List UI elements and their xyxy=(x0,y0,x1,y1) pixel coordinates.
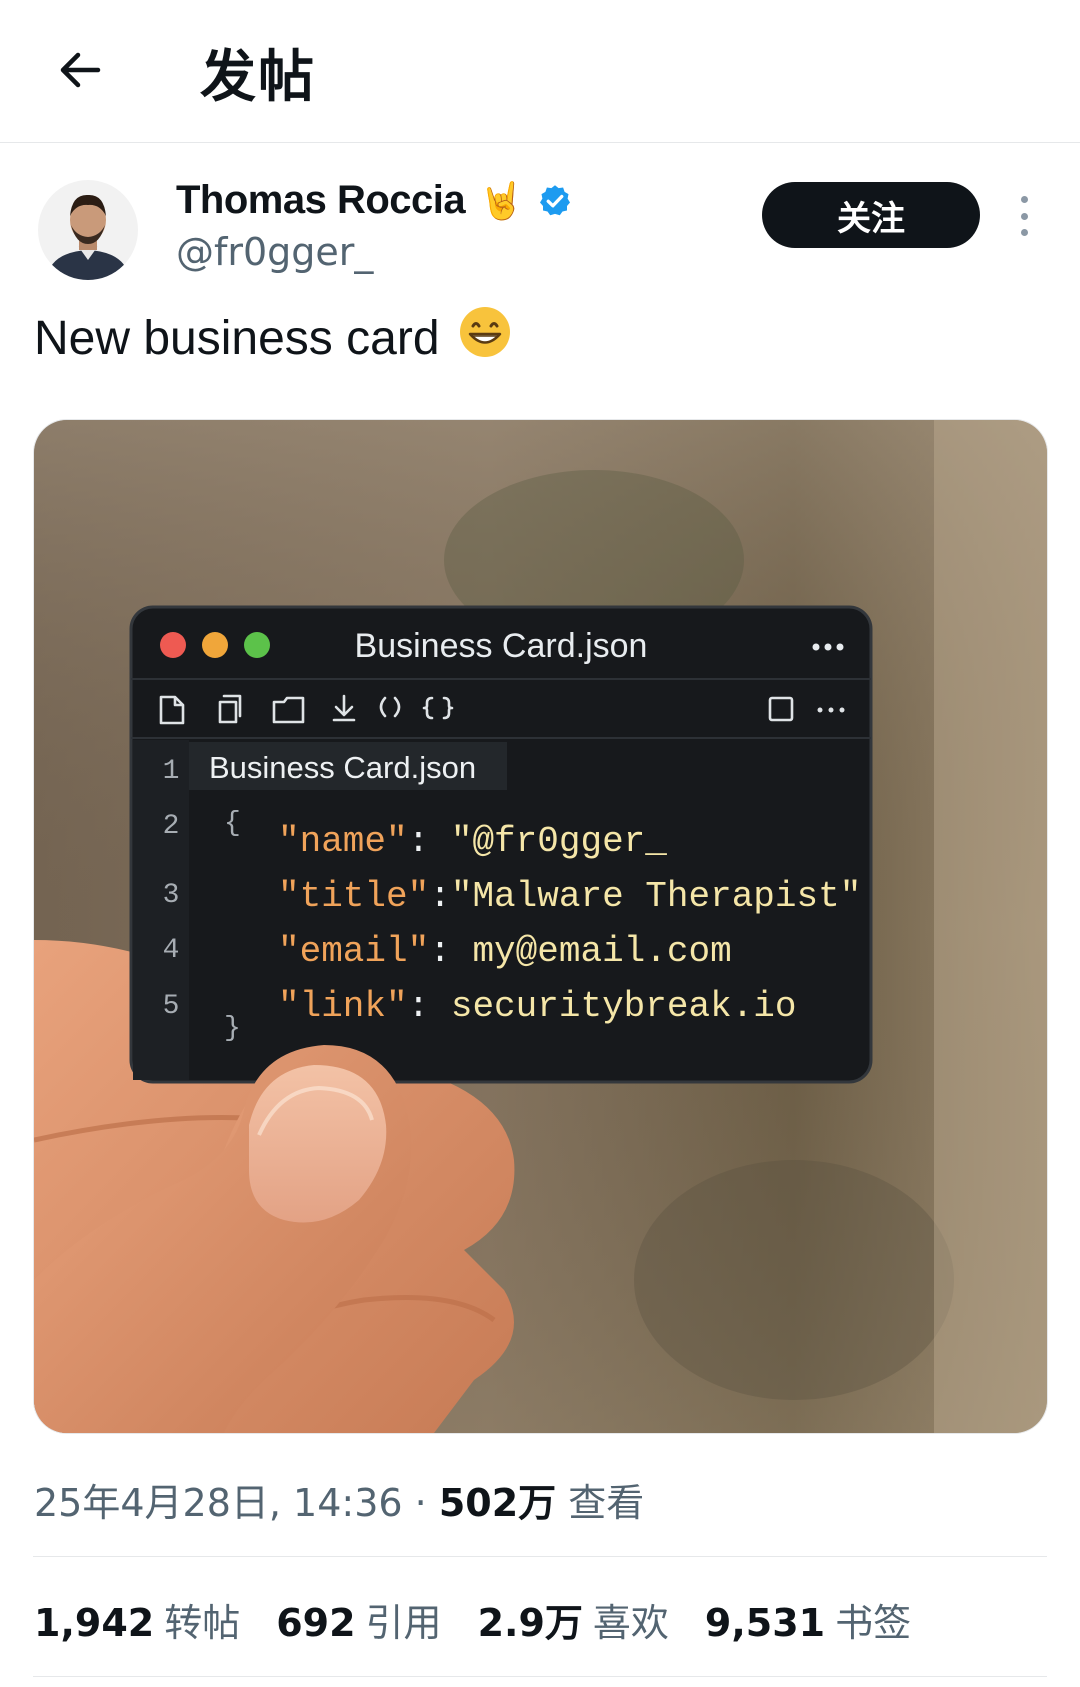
line-number-4: 4 xyxy=(163,935,180,966)
stat-count: 692 xyxy=(276,1601,356,1645)
code-value: "Malware Therapist" xyxy=(451,876,861,917)
line-number-5: 5 xyxy=(163,991,180,1022)
post-text: New business card xyxy=(34,305,512,371)
card-window-title: Business Card.json xyxy=(355,627,648,665)
more-options-button[interactable] xyxy=(1012,196,1036,236)
code-value: my@email.com xyxy=(472,931,731,972)
close-brace: } xyxy=(224,1013,241,1044)
stat-label: 喜欢 xyxy=(592,1601,669,1645)
code-sep: : xyxy=(429,931,472,972)
author-handle[interactable]: @fr0gger_ xyxy=(176,230,373,274)
author-name[interactable]: Thomas Roccia 🤘 xyxy=(176,178,573,223)
code-key: "email" xyxy=(278,931,429,972)
stat-label: 书签 xyxy=(835,1601,912,1645)
back-arrow-icon xyxy=(60,52,101,88)
code-key: "name" xyxy=(278,821,408,862)
line-number-1: 1 xyxy=(163,756,180,787)
svg-text:"link": securitybreak.io: "link": securitybreak.io xyxy=(278,986,797,1027)
code-key: "title" xyxy=(278,876,429,917)
rock-hand-emoji: 🤘 xyxy=(479,179,524,221)
stat-label: 引用 xyxy=(365,1601,442,1645)
stat-count: 1,942 xyxy=(34,1601,155,1645)
follow-button[interactable]: 关注 xyxy=(762,182,980,248)
code-key: "link" xyxy=(278,986,408,1027)
engagement-stats: 1,942 转帖 692 引用 2.9万 喜欢 9,531 书签 xyxy=(34,1592,911,1647)
code-sep: : xyxy=(408,986,451,1027)
stat-label: 转帖 xyxy=(164,1601,241,1645)
stat-count: 2.9万 xyxy=(477,1601,583,1645)
code-sep: : xyxy=(429,876,451,917)
divider xyxy=(33,1676,1047,1677)
back-button[interactable] xyxy=(50,40,110,100)
more-vertical-icon xyxy=(1020,196,1028,203)
code-value: securitybreak.io xyxy=(451,986,797,1027)
avatar[interactable] xyxy=(38,180,138,280)
stat-count: 9,531 xyxy=(704,1601,826,1645)
page-title: 发帖 xyxy=(200,45,316,110)
svg-text:"name": "@fr0gger_: "name": "@fr0gger_ xyxy=(278,821,667,862)
author-name-text: Thomas Roccia xyxy=(176,178,466,222)
post-text-content: New business card xyxy=(34,311,440,365)
reposts-stat[interactable]: 1,942 转帖 xyxy=(34,1592,240,1647)
open-brace: { xyxy=(224,808,241,839)
top-bar: 发帖 xyxy=(0,0,1080,143)
line-number-2: 2 xyxy=(163,811,180,842)
verified-badge-icon xyxy=(540,184,571,215)
post-image[interactable]: Business Card.json 1 2 3 4 5 Business Ca… xyxy=(33,419,1048,1434)
code-sep: : xyxy=(408,821,451,862)
post-timestamp[interactable]: 25年4月28日, 14:36 xyxy=(34,1481,403,1525)
view-count: 502万 xyxy=(438,1481,557,1525)
grin-emoji xyxy=(458,305,512,371)
code-value: "@fr0gger_ xyxy=(451,821,667,862)
svg-text:"title":"Malware Therapist": "title":"Malware Therapist" xyxy=(278,876,861,917)
post-meta: 25年4月28日, 14:36 · 502万 查看 xyxy=(34,1472,644,1527)
line-number-3: 3 xyxy=(163,880,180,911)
quotes-stat[interactable]: 692 引用 xyxy=(276,1592,441,1647)
likes-stat[interactable]: 2.9万 喜欢 xyxy=(478,1592,669,1647)
svg-text:"email": my@email.com: "email": my@email.com xyxy=(278,931,732,972)
meta-separator: · xyxy=(402,1481,439,1525)
view-label: 查看 xyxy=(568,1481,645,1525)
card-tab-label: Business Card.json xyxy=(209,750,476,785)
divider xyxy=(33,1556,1047,1557)
bookmarks-stat[interactable]: 9,531 书签 xyxy=(705,1592,911,1647)
